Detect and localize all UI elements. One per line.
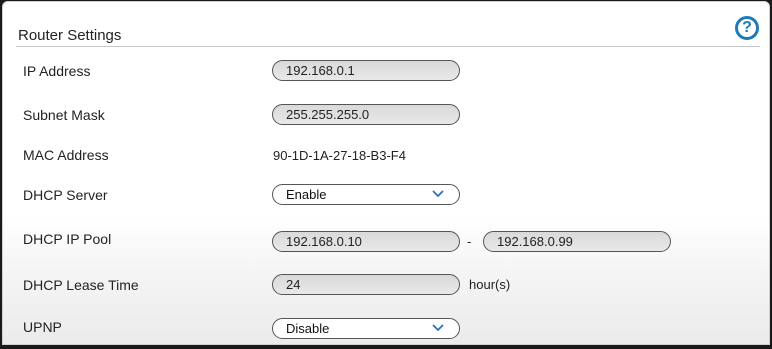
chevron-down-icon <box>432 324 444 332</box>
dhcp-server-label: DHCP Server <box>23 187 108 203</box>
mac-address-label: MAC Address <box>23 147 109 163</box>
ip-address-label: IP Address <box>23 63 91 79</box>
upnp-select[interactable]: Disable <box>272 318 460 339</box>
dhcp-pool-start-input[interactable]: 192.168.0.10 <box>272 231 460 252</box>
lease-time-unit: hour(s) <box>469 277 511 292</box>
router-settings-panel: Router Settings ? IP Address 192.168.0.1… <box>2 1 770 345</box>
upnp-label: UPNP <box>23 319 62 335</box>
upnp-selected: Disable <box>286 321 330 336</box>
subnet-mask-input[interactable]: 255.255.255.0 <box>272 104 460 125</box>
chevron-down-icon <box>432 190 444 198</box>
dhcp-pool-end-input[interactable]: 192.168.0.99 <box>483 231 671 252</box>
section-title: Router Settings <box>18 27 122 44</box>
dhcp-server-select[interactable]: Enable <box>272 184 460 205</box>
dhcp-lease-time-label: DHCP Lease Time <box>23 277 139 293</box>
subnet-mask-label: Subnet Mask <box>23 107 105 123</box>
help-icon[interactable]: ? <box>735 16 759 40</box>
dhcp-server-selected: Enable <box>286 187 327 202</box>
title-divider <box>16 46 760 47</box>
mac-address-value: 90-1D-1A-27-18-B3-F4 <box>273 148 406 163</box>
dhcp-pool-separator: - <box>467 234 472 249</box>
dhcp-lease-time-input[interactable]: 24 <box>272 274 460 295</box>
ip-address-input[interactable]: 192.168.0.1 <box>272 60 460 81</box>
dhcp-ip-pool-label: DHCP IP Pool <box>23 231 112 247</box>
